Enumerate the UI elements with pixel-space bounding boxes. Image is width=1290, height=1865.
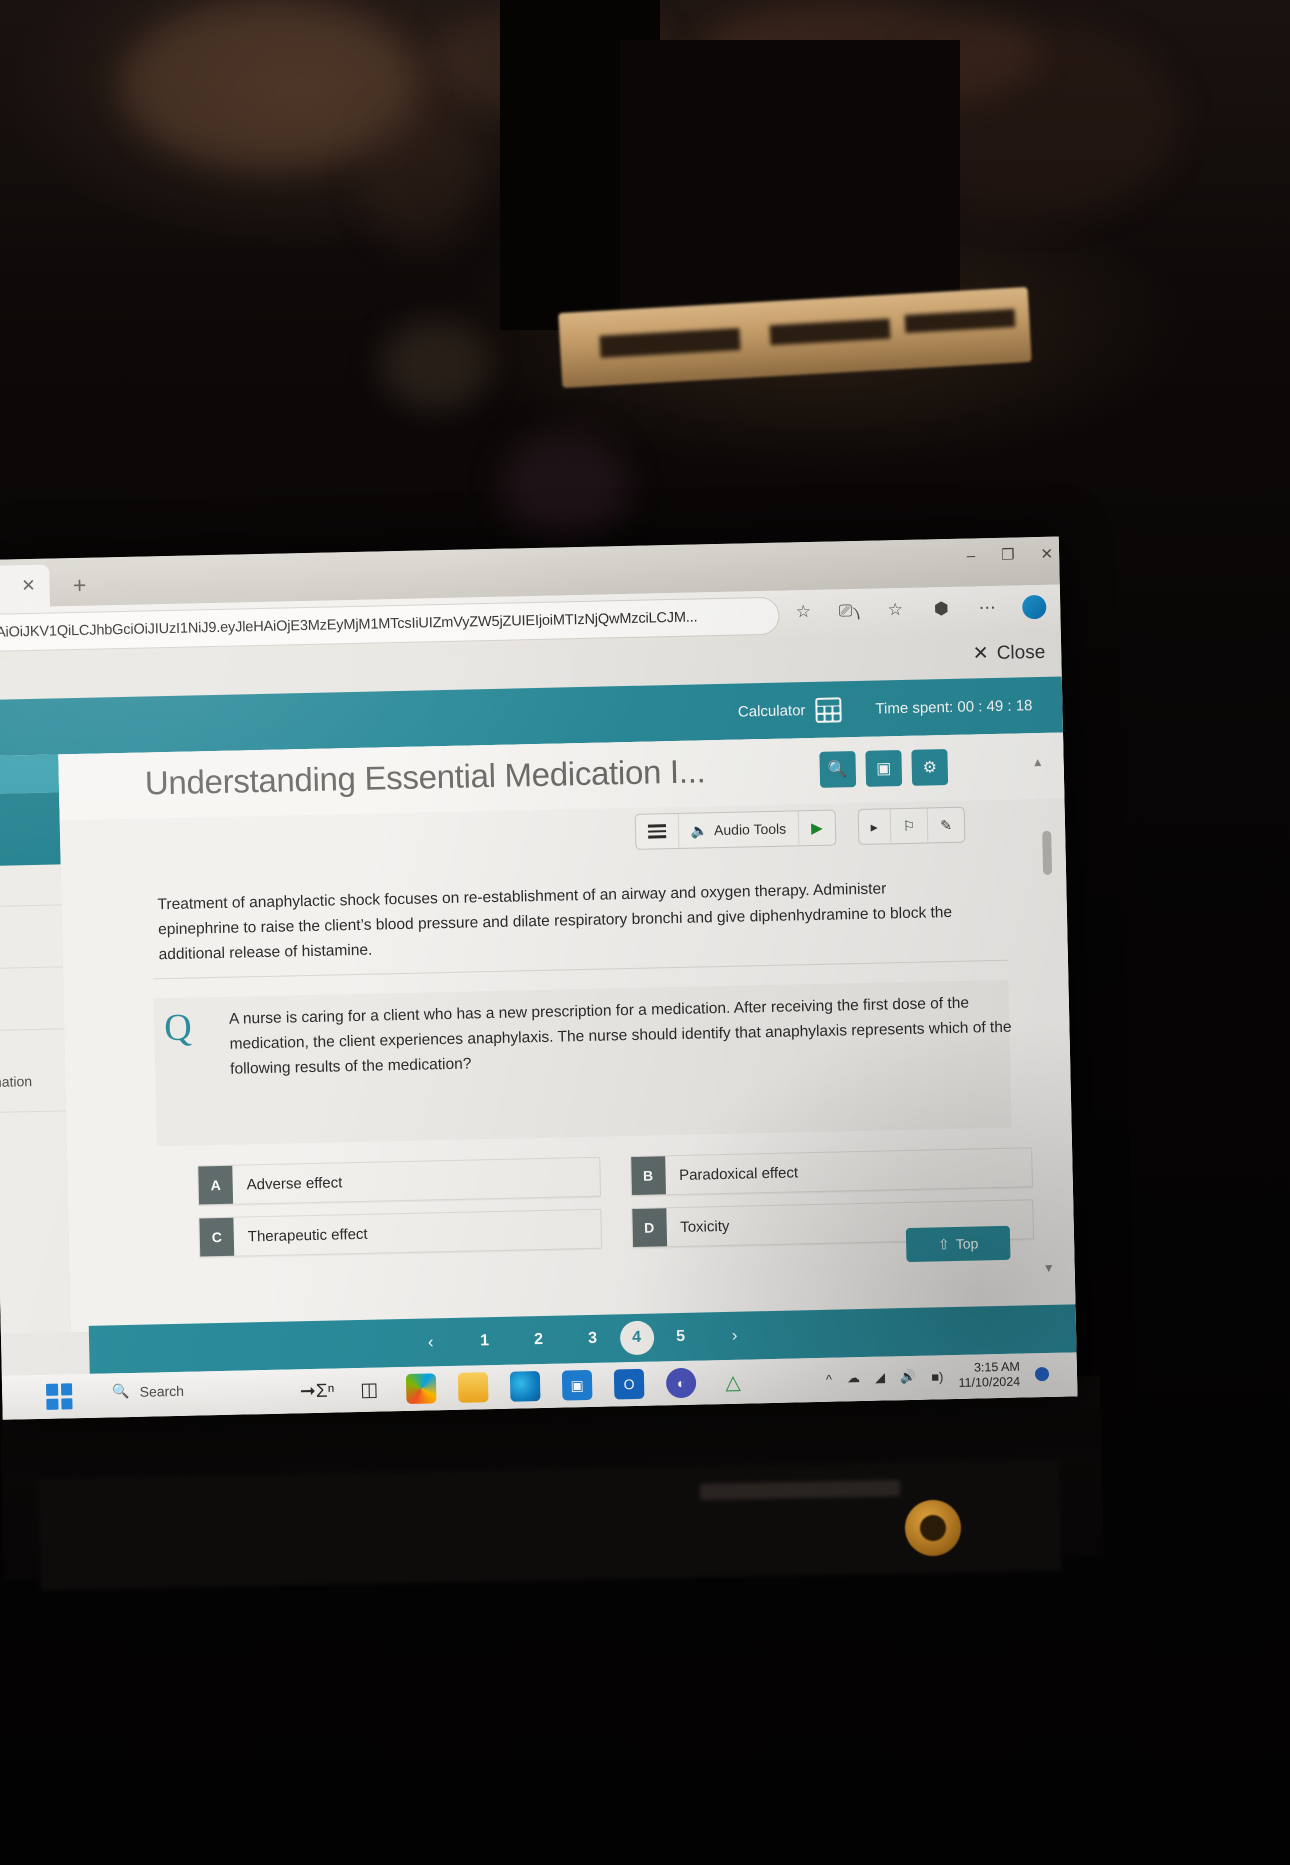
star-bookmark-icon[interactable]: ☆	[792, 601, 814, 623]
pagination-page-1[interactable]: 1	[457, 1317, 512, 1366]
search-label: Search	[139, 1382, 185, 1400]
taskbar-app-icons: ➞Σⁿ ◫ ▣ O ◐ △	[300, 1367, 749, 1407]
exam-page: ✕ Close Calculator Time spent: 00 : 49 :…	[0, 636, 1078, 1420]
teams-icon[interactable]: ◐	[665, 1367, 697, 1399]
more-options-icon[interactable]: ⋯	[976, 597, 998, 619]
option-letter: C	[199, 1217, 235, 1257]
passage-text: Treatment of anaphylactic shock focuses …	[157, 880, 953, 964]
onedrive-cloud-icon[interactable]: ☁	[847, 1370, 860, 1386]
handwriting-icon[interactable]: ➞Σⁿ	[300, 1376, 335, 1407]
window-close-button[interactable]: ✕	[1040, 545, 1053, 563]
notebook-icon[interactable]: ▣	[865, 750, 903, 787]
pagination-page-4-current[interactable]: 4	[619, 1320, 654, 1356]
page-title: Understanding Essential Medication I...	[144, 752, 706, 802]
close-button[interactable]: ✕ Close	[973, 641, 1046, 666]
vertical-scrollbar[interactable]	[1042, 830, 1053, 875]
wifi-icon[interactable]: ◢	[875, 1370, 885, 1386]
settings-gear-icon[interactable]: ⚙	[911, 749, 949, 786]
collections-icon[interactable]: ⎚⎞	[838, 600, 861, 622]
pagination-page-2[interactable]: 2	[511, 1316, 566, 1365]
microsoft-store-icon[interactable]: ▣	[561, 1369, 593, 1401]
file-explorer-icon[interactable]	[457, 1372, 489, 1403]
option-letter: B	[630, 1156, 666, 1196]
microsoft-edge-icon[interactable]	[509, 1371, 541, 1402]
flag-icon[interactable]: ⚐	[890, 808, 929, 844]
time-spent-value: 00 : 49 : 18	[957, 696, 1033, 716]
audio-tools-label: Audio Tools	[713, 820, 787, 839]
hamburger-menu-icon[interactable]	[635, 813, 679, 849]
content-toolbar: 🔈 Audio Tools ▶ ▸ ⚐ ✎	[634, 806, 966, 850]
audio-step-button[interactable]: ▸	[858, 809, 892, 844]
url-text: eXAiOiJKV1QiLCJhbGciOiJIUzI1NiJ9.eyJleHA…	[0, 609, 698, 642]
speaker-icon: 🔈	[690, 821, 709, 839]
calculator-label: Calculator	[737, 701, 806, 721]
option-text: Paradoxical effect	[678, 1163, 799, 1184]
option-text: Therapeutic effect	[247, 1225, 368, 1245]
back-to-top-button[interactable]: ⇧ Top	[905, 1225, 1011, 1263]
window-controls: – ❐ ✕	[967, 545, 1054, 565]
audio-play-button[interactable]: ▶	[799, 811, 835, 846]
option-letter: A	[198, 1165, 234, 1205]
browser-tab[interactable]: ✕	[0, 564, 51, 609]
pagination-prev[interactable]: ‹	[403, 1318, 458, 1367]
new-tab-button[interactable]: +	[62, 570, 97, 601]
answer-option-a[interactable]: A Adverse effect	[197, 1156, 601, 1206]
close-label: Close	[996, 641, 1046, 664]
lesson-card: Understanding Essential Medication I... …	[58, 732, 1076, 1333]
scroll-up-arrow[interactable]: ▲	[1032, 755, 1044, 769]
pagination-page-3[interactable]: 3	[565, 1314, 620, 1363]
battery-icon[interactable]: ■)	[931, 1369, 944, 1384]
calculator-button[interactable]: Calculator	[737, 696, 842, 724]
system-tray: ^ ☁ ◢ 🔊 ■) 3:15 AM 11/10/2024	[826, 1359, 1050, 1394]
top-button-label: Top	[955, 1235, 979, 1252]
tab-close-icon[interactable]: ✕	[21, 576, 36, 596]
arrow-up-icon: ⇧	[937, 1235, 950, 1252]
show-hidden-icons-chevron[interactable]: ^	[826, 1371, 832, 1386]
address-bar[interactable]: eXAiOiJKV1QiLCJhbGciOiJIUzI1NiJ9.eyJleHA…	[0, 596, 780, 653]
maximize-button[interactable]: ❐	[1001, 546, 1015, 564]
answer-option-c[interactable]: C Therapeutic effect	[198, 1208, 602, 1258]
clock-time: 3:15 AM	[973, 1359, 1020, 1375]
close-icon: ✕	[972, 643, 989, 665]
volume-icon[interactable]: 🔊	[900, 1369, 917, 1385]
taskview-icon[interactable]: ◫	[354, 1374, 385, 1405]
scroll-down-arrow[interactable]: ▼	[1043, 1261, 1055, 1275]
taskbar-clock[interactable]: 3:15 AM 11/10/2024	[958, 1360, 1020, 1391]
minimize-button[interactable]: –	[967, 547, 976, 564]
windows-start-icon[interactable]	[45, 1383, 73, 1410]
extensions-icon[interactable]: ⬢	[930, 598, 952, 620]
laptop-screen: ✕ + – ❐ ✕ eXAiOiJKV1QiLCJhbGciOiJIUzI1Ni…	[0, 536, 1078, 1420]
sidebar-block-top[interactable]	[0, 754, 60, 794]
taskbar-search[interactable]: 🔍 Search	[112, 1382, 184, 1401]
option-text: Adverse effect	[246, 1173, 343, 1193]
question-marker-icon: Q	[163, 1006, 193, 1050]
option-letter: D	[631, 1208, 667, 1248]
time-spent-label: Time spent:	[875, 698, 954, 718]
search-icon[interactable]: 🔍	[819, 751, 857, 788]
google-drive-icon[interactable]: △	[718, 1367, 749, 1398]
highlighter-pen-icon[interactable]: ✎	[928, 808, 964, 843]
time-spent: Time spent: 00 : 49 : 18	[875, 697, 1032, 717]
calculator-icon	[815, 696, 842, 723]
desk-object-knob-center	[920, 1515, 946, 1541]
audio-tools-button[interactable]: 🔈 Audio Tools	[678, 811, 800, 848]
sidebar-block-active[interactable]	[0, 792, 61, 866]
pagination-page-5[interactable]: 5	[653, 1312, 708, 1361]
lesson-title-actions: 🔍 ▣ ⚙	[819, 749, 949, 788]
answer-option-b[interactable]: B Paradoxical effect	[629, 1147, 1033, 1197]
outlook-icon[interactable]: O	[613, 1368, 645, 1400]
notification-bell-icon[interactable]	[1034, 1366, 1050, 1382]
clock-date: 11/10/2024	[958, 1374, 1021, 1390]
favorites-add-icon[interactable]: ☆	[884, 599, 906, 621]
copilot-icon[interactable]	[405, 1373, 437, 1404]
profile-avatar[interactable]	[1022, 594, 1047, 620]
search-icon: 🔍	[111, 1383, 130, 1400]
omnibox-icons: ☆ ⎚⎞ ☆ ⬢ ⋯	[792, 594, 1047, 625]
sidebar-item-label: rmation	[0, 1073, 33, 1091]
pagination-next[interactable]: ›	[707, 1311, 762, 1360]
